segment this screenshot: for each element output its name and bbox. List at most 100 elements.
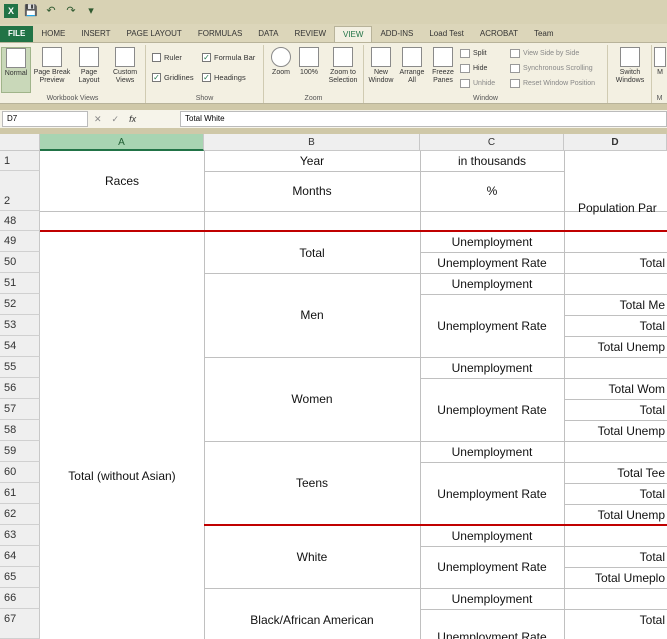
cell-c67[interactable]: Unemployment Rate — [420, 609, 564, 639]
cell-d60[interactable]: Total Tee — [564, 462, 667, 483]
split-button[interactable]: Split — [460, 49, 487, 58]
cell-percent[interactable]: % — [420, 171, 564, 211]
cell-d52[interactable]: Total Me — [564, 294, 667, 315]
hide-button[interactable]: Hide — [460, 64, 487, 73]
row-header-48[interactable]: 48 — [0, 211, 40, 231]
cell-c59[interactable]: Unemployment — [420, 441, 564, 462]
row-header-50[interactable]: 50 — [0, 252, 40, 273]
page-layout-view-button[interactable]: Page Layout — [73, 47, 105, 85]
formula-bar-checkbox[interactable]: ✓ Formula Bar — [202, 53, 255, 62]
cell-total-without-asian[interactable]: Total (without Asian) — [40, 232, 204, 639]
cell-c66[interactable]: Unemployment — [420, 588, 564, 609]
insert-function-icon[interactable]: fx — [129, 111, 136, 127]
cell-group-men[interactable]: Men — [204, 273, 420, 357]
row-header-52[interactable]: 52 — [0, 294, 40, 315]
enter-icon[interactable]: ✓ — [112, 111, 120, 127]
cancel-icon[interactable]: ✕ — [94, 111, 102, 127]
new-window-button[interactable]: New Window — [366, 47, 396, 85]
cell-c49[interactable]: Unemployment — [420, 232, 564, 252]
tab-formulas[interactable]: FORMULAS — [190, 26, 250, 42]
row-header-61[interactable]: 61 — [0, 483, 40, 504]
tab-home[interactable]: HOME — [33, 26, 73, 42]
row-header-58[interactable]: 58 — [0, 420, 40, 441]
tab-data[interactable]: DATA — [250, 26, 286, 42]
tab-file[interactable]: FILE — [0, 26, 34, 42]
save-icon[interactable]: 💾 — [24, 4, 38, 18]
gridlines-checkbox[interactable]: ✓ Gridlines — [152, 73, 194, 82]
column-header-d[interactable]: D — [564, 134, 667, 151]
row-header-63[interactable]: 63 — [0, 525, 40, 546]
cell-d64[interactable]: Total — [564, 546, 667, 567]
row-header-67[interactable]: 67 — [0, 609, 40, 639]
tab-load-test[interactable]: Load Test — [421, 26, 472, 42]
row-header-64[interactable]: 64 — [0, 546, 40, 567]
redo-icon[interactable]: ↷ — [64, 4, 78, 18]
row-header-56[interactable]: 56 — [0, 378, 40, 399]
macros-button[interactable]: M — [653, 47, 667, 77]
row-header-57[interactable]: 57 — [0, 399, 40, 420]
cell-c56[interactable]: Unemployment Rate — [420, 378, 564, 441]
normal-view-button[interactable]: Normal — [1, 47, 31, 93]
cell-group-black[interactable]: Black/African American — [204, 588, 420, 639]
cell-d65[interactable]: Total Umeplo — [564, 567, 667, 588]
view-side-by-side-button[interactable]: View Side by Side — [510, 49, 579, 58]
tab-team[interactable]: Team — [526, 26, 562, 42]
row-header-1[interactable]: 1 — [0, 151, 40, 171]
switch-windows-button[interactable]: Switch Windows — [612, 47, 648, 85]
cell-d54[interactable]: Total Unemp — [564, 336, 667, 357]
cell-c60[interactable]: Unemployment Rate — [420, 462, 564, 525]
arrange-all-button[interactable]: Arrange All — [397, 47, 427, 85]
spreadsheet-grid[interactable]: A B C D 1 2 48 49 50 51 52 53 54 55 56 5… — [0, 134, 667, 639]
cell-d61[interactable]: Total — [564, 483, 667, 504]
synchronous-scrolling-button[interactable]: Synchronous Scrolling — [510, 64, 593, 73]
tab-acrobat[interactable]: ACROBAT — [472, 26, 526, 42]
tab-review[interactable]: REVIEW — [286, 26, 334, 42]
cell-d53[interactable]: Total — [564, 315, 667, 336]
cell-c50[interactable]: Unemployment Rate — [420, 252, 564, 273]
cell-c52[interactable]: Unemployment Rate — [420, 294, 564, 357]
cell-group-white[interactable]: White — [204, 526, 420, 588]
tab-add-ins[interactable]: ADD-INS — [372, 26, 421, 42]
cell-group-teens[interactable]: Teens — [204, 441, 420, 525]
reset-window-position-button[interactable]: Reset Window Position — [510, 79, 595, 88]
page-break-preview-button[interactable]: Page Break Preview — [33, 47, 71, 85]
cell-races[interactable]: Races — [40, 151, 204, 211]
column-header-c[interactable]: C — [420, 134, 564, 151]
row-header-62[interactable]: 62 — [0, 504, 40, 525]
cell-c63[interactable]: Unemployment — [420, 526, 564, 546]
row-header-55[interactable]: 55 — [0, 357, 40, 378]
zoom-button[interactable]: Zoom — [267, 47, 295, 77]
row-header-2[interactable]: 2 — [0, 171, 40, 211]
row-header-51[interactable]: 51 — [0, 273, 40, 294]
row-header-53[interactable]: 53 — [0, 315, 40, 336]
cell-d67[interactable]: Total — [564, 609, 667, 630]
ruler-checkbox[interactable]: Ruler — [152, 53, 182, 62]
cell-in-thousands[interactable]: in thousands — [420, 151, 564, 171]
column-header-b[interactable]: B — [204, 134, 420, 151]
tab-insert[interactable]: INSERT — [73, 26, 118, 42]
freeze-panes-button[interactable]: Freeze Panes — [428, 47, 458, 85]
zoom-100-button[interactable]: 100% — [296, 47, 322, 77]
select-all-corner[interactable] — [0, 134, 40, 151]
cell-c55[interactable]: Unemployment — [420, 357, 564, 378]
cell-group-total[interactable]: Total — [204, 232, 420, 273]
headings-checkbox[interactable]: ✓ Headings — [202, 73, 246, 82]
name-box[interactable]: D7 — [2, 111, 88, 127]
tab-view[interactable]: VIEW — [334, 26, 373, 42]
row-header-65[interactable]: 65 — [0, 567, 40, 588]
cell-d50[interactable]: Total — [564, 252, 667, 273]
cell-year[interactable]: Year — [204, 151, 420, 171]
row-header-66[interactable]: 66 — [0, 588, 40, 609]
cell-c51[interactable]: Unemployment — [420, 273, 564, 294]
row-header-59[interactable]: 59 — [0, 441, 40, 462]
custom-views-button[interactable]: Custom Views — [107, 47, 143, 85]
row-header-49[interactable]: 49 — [0, 231, 40, 252]
row-header-54[interactable]: 54 — [0, 336, 40, 357]
row-header-60[interactable]: 60 — [0, 462, 40, 483]
column-header-a[interactable]: A — [40, 134, 204, 151]
cell-group-women[interactable]: Women — [204, 357, 420, 441]
cell-d58[interactable]: Total Unemp — [564, 420, 667, 441]
cell-d62[interactable]: Total Unemp — [564, 504, 667, 525]
tab-page-layout[interactable]: PAGE LAYOUT — [119, 26, 190, 42]
cell-c64[interactable]: Unemployment Rate — [420, 546, 564, 588]
